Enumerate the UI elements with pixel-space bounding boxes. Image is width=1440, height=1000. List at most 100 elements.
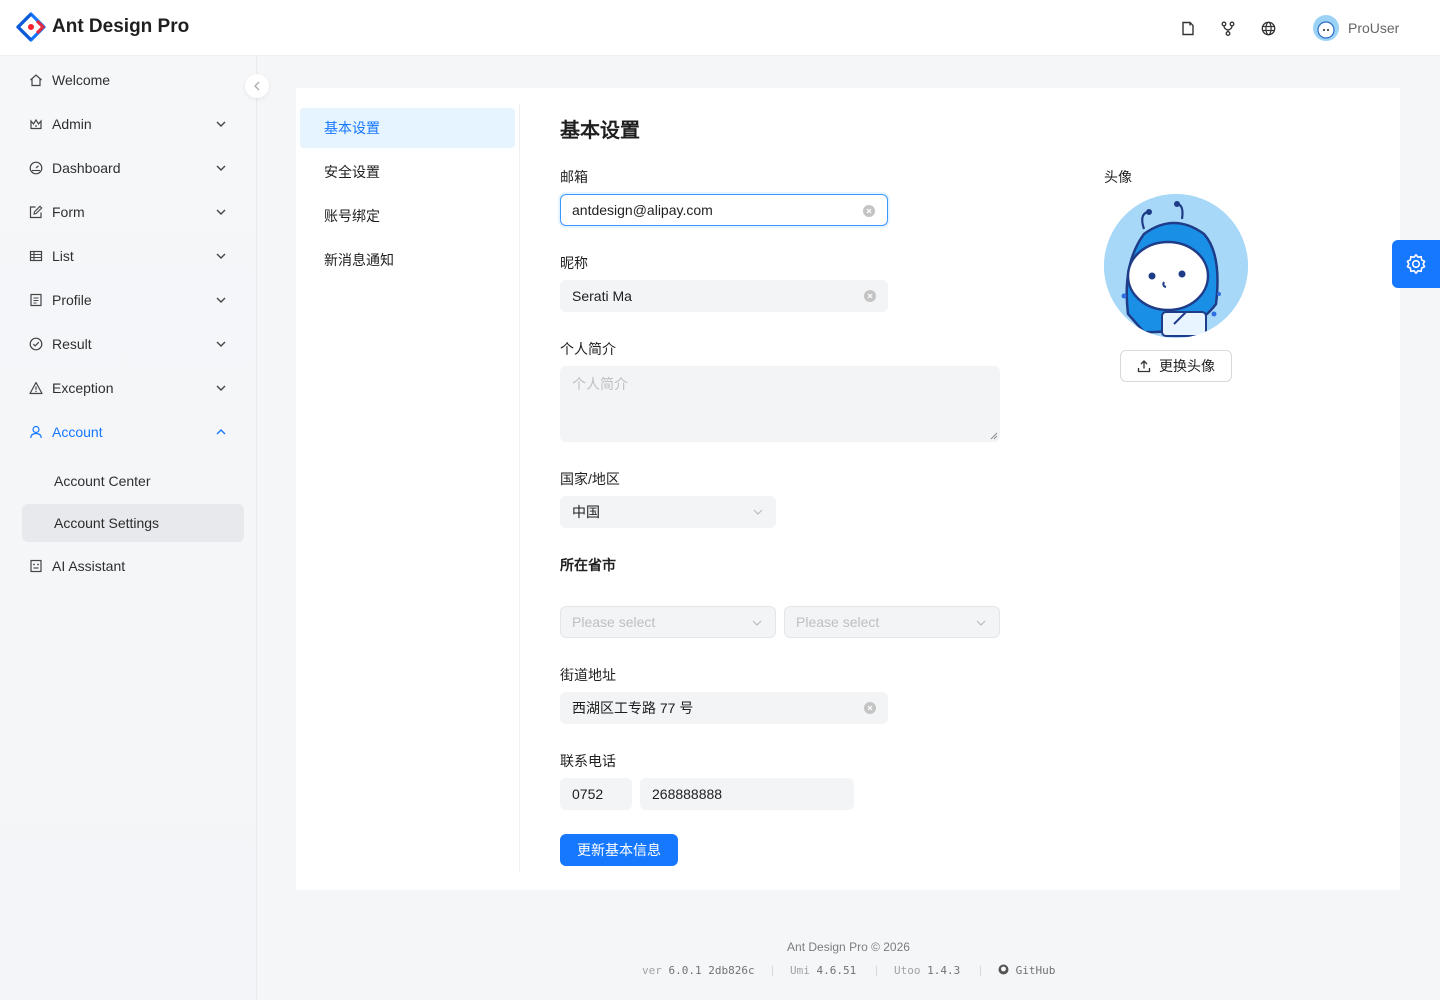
user-name[interactable]: ProUser bbox=[1348, 20, 1399, 36]
umi-key: Umi bbox=[790, 964, 810, 977]
top-header: Ant Design Pro ProUser bbox=[0, 0, 1440, 56]
sidebar-item-label: List bbox=[52, 248, 74, 264]
check-circle-icon bbox=[28, 336, 44, 352]
language-icon[interactable] bbox=[1258, 18, 1278, 38]
clear-icon[interactable] bbox=[864, 702, 876, 714]
form-icon bbox=[28, 204, 44, 220]
sidebar-item-label: Exception bbox=[52, 380, 114, 396]
footer-copyright: Ant Design Pro © 2026 bbox=[0, 940, 1440, 954]
chevron-up-icon bbox=[216, 429, 226, 435]
section-title: 基本设置 bbox=[560, 120, 640, 142]
collapse-sidebar-button[interactable] bbox=[245, 74, 269, 98]
settings-tab-binding[interactable]: 账号绑定 bbox=[300, 196, 515, 236]
sidebar-item-list[interactable]: List bbox=[22, 236, 244, 276]
app-title[interactable]: Ant Design Pro bbox=[52, 16, 189, 38]
sidebar-item-ai-assistant[interactable]: AI Assistant bbox=[22, 546, 244, 586]
province-select[interactable]: Please select bbox=[560, 606, 776, 638]
github-icon bbox=[998, 964, 1009, 975]
sidebar-item-label: Form bbox=[52, 204, 85, 220]
country-select[interactable]: 中国 bbox=[560, 496, 776, 528]
github-label: GitHub bbox=[1015, 964, 1056, 977]
sidebar-item-label: Result bbox=[52, 336, 92, 352]
sidebar-item-label: Account bbox=[52, 424, 103, 440]
footer-divider bbox=[980, 966, 981, 976]
warning-icon bbox=[28, 380, 44, 396]
docs-icon[interactable] bbox=[1178, 18, 1198, 38]
branch-icon[interactable] bbox=[1218, 18, 1238, 38]
email-label: 邮箱 bbox=[560, 169, 588, 185]
sidebar-item-welcome[interactable]: Welcome bbox=[22, 60, 244, 100]
change-avatar-label: 更换头像 bbox=[1159, 358, 1215, 374]
email-field[interactable]: antdesign@alipay.com bbox=[560, 194, 888, 226]
city-placeholder: Please select bbox=[796, 614, 880, 630]
gear-icon bbox=[1406, 254, 1426, 274]
street-field[interactable]: 西湖区工专路 77 号 bbox=[560, 692, 888, 724]
profile-icon bbox=[28, 292, 44, 308]
settings-tab-security[interactable]: 安全设置 bbox=[300, 152, 515, 192]
sidebar-item-label: Welcome bbox=[52, 72, 111, 88]
province-label: 所在省市 bbox=[560, 557, 616, 573]
upload-icon bbox=[1137, 360, 1151, 373]
copyright-text: Ant Design Pro © 2026 bbox=[787, 940, 910, 954]
country-label: 国家/地区 bbox=[560, 471, 620, 487]
sidebar-item-result[interactable]: Result bbox=[22, 324, 244, 364]
chevron-down-icon bbox=[216, 165, 226, 171]
sidebar-item-exception[interactable]: Exception bbox=[22, 368, 244, 408]
nickname-label: 昵称 bbox=[560, 255, 588, 271]
phone-label: 联系电话 bbox=[560, 753, 616, 769]
version-value: 6.0.1 2db826c bbox=[668, 964, 755, 977]
avatar-image bbox=[1104, 194, 1248, 338]
ant-design-logo-icon[interactable] bbox=[16, 12, 46, 42]
street-label: 街道地址 bbox=[560, 667, 616, 683]
chevron-down-icon bbox=[216, 385, 226, 391]
robot-icon bbox=[28, 558, 44, 574]
settings-tab-label: 基本设置 bbox=[324, 120, 380, 136]
theme-settings-button[interactable] bbox=[1392, 240, 1440, 288]
phone-area-field[interactable]: 0752 bbox=[560, 778, 632, 810]
sidebar-item-profile[interactable]: Profile bbox=[22, 280, 244, 320]
clear-icon[interactable] bbox=[864, 290, 876, 302]
resize-handle-icon[interactable] bbox=[990, 432, 998, 440]
city-select[interactable]: Please select bbox=[784, 606, 1000, 638]
bio-label: 个人简介 bbox=[560, 341, 616, 357]
clear-icon[interactable] bbox=[863, 205, 875, 217]
table-icon bbox=[28, 248, 44, 264]
settings-tab-label: 安全设置 bbox=[324, 164, 380, 180]
street-value: 西湖区工专路 77 号 bbox=[572, 700, 694, 716]
sidebar-item-label: AI Assistant bbox=[52, 558, 126, 574]
chevron-down-icon bbox=[753, 509, 763, 515]
utoo-key: Utoo bbox=[894, 964, 921, 977]
change-avatar-button[interactable]: 更换头像 bbox=[1120, 350, 1232, 382]
sidebar-subitem-account-settings[interactable]: Account Settings bbox=[22, 504, 244, 542]
footer-umi: Umi 4.6.51 bbox=[790, 964, 856, 977]
settings-tab-label: 账号绑定 bbox=[324, 208, 380, 224]
nickname-field[interactable]: Serati Ma bbox=[560, 280, 888, 312]
update-info-button[interactable]: 更新基本信息 bbox=[560, 834, 678, 866]
sidebar-item-label: Admin bbox=[52, 116, 92, 132]
phone-number-field[interactable]: 268888888 bbox=[640, 778, 854, 810]
sidebar-item-label: Profile bbox=[52, 292, 92, 308]
sidebar-item-form[interactable]: Form bbox=[22, 192, 244, 232]
phone-area-value: 0752 bbox=[572, 786, 604, 802]
settings-tab-basic[interactable]: 基本设置 bbox=[300, 108, 515, 148]
vertical-divider bbox=[519, 104, 520, 872]
sidebar-item-dashboard[interactable]: Dashboard bbox=[22, 148, 244, 188]
sidebar-item-admin[interactable]: Admin bbox=[22, 104, 244, 144]
sidebar-subitem-account-center[interactable]: Account Center bbox=[22, 462, 244, 500]
bio-textarea[interactable]: 个人简介 bbox=[560, 366, 1000, 442]
chevron-down-icon bbox=[976, 620, 986, 626]
utoo-value: 1.4.3 bbox=[927, 964, 961, 977]
github-link[interactable]: GitHub bbox=[998, 964, 1055, 977]
home-icon bbox=[28, 72, 44, 88]
user-avatar[interactable] bbox=[1313, 15, 1339, 41]
settings-tab-notification[interactable]: 新消息通知 bbox=[300, 240, 515, 280]
footer-divider bbox=[876, 966, 877, 976]
sidebar-subitem-label: Account Center bbox=[54, 473, 151, 489]
sidebar-item-account[interactable]: Account bbox=[22, 412, 244, 452]
chevron-down-icon bbox=[216, 297, 226, 303]
umi-value: 4.6.51 bbox=[816, 964, 857, 977]
footer-version: ver 6.0.1 2db826c bbox=[642, 964, 755, 977]
chevron-down-icon bbox=[216, 341, 226, 347]
email-value: antdesign@alipay.com bbox=[572, 202, 713, 218]
chevron-down-icon bbox=[216, 121, 226, 127]
